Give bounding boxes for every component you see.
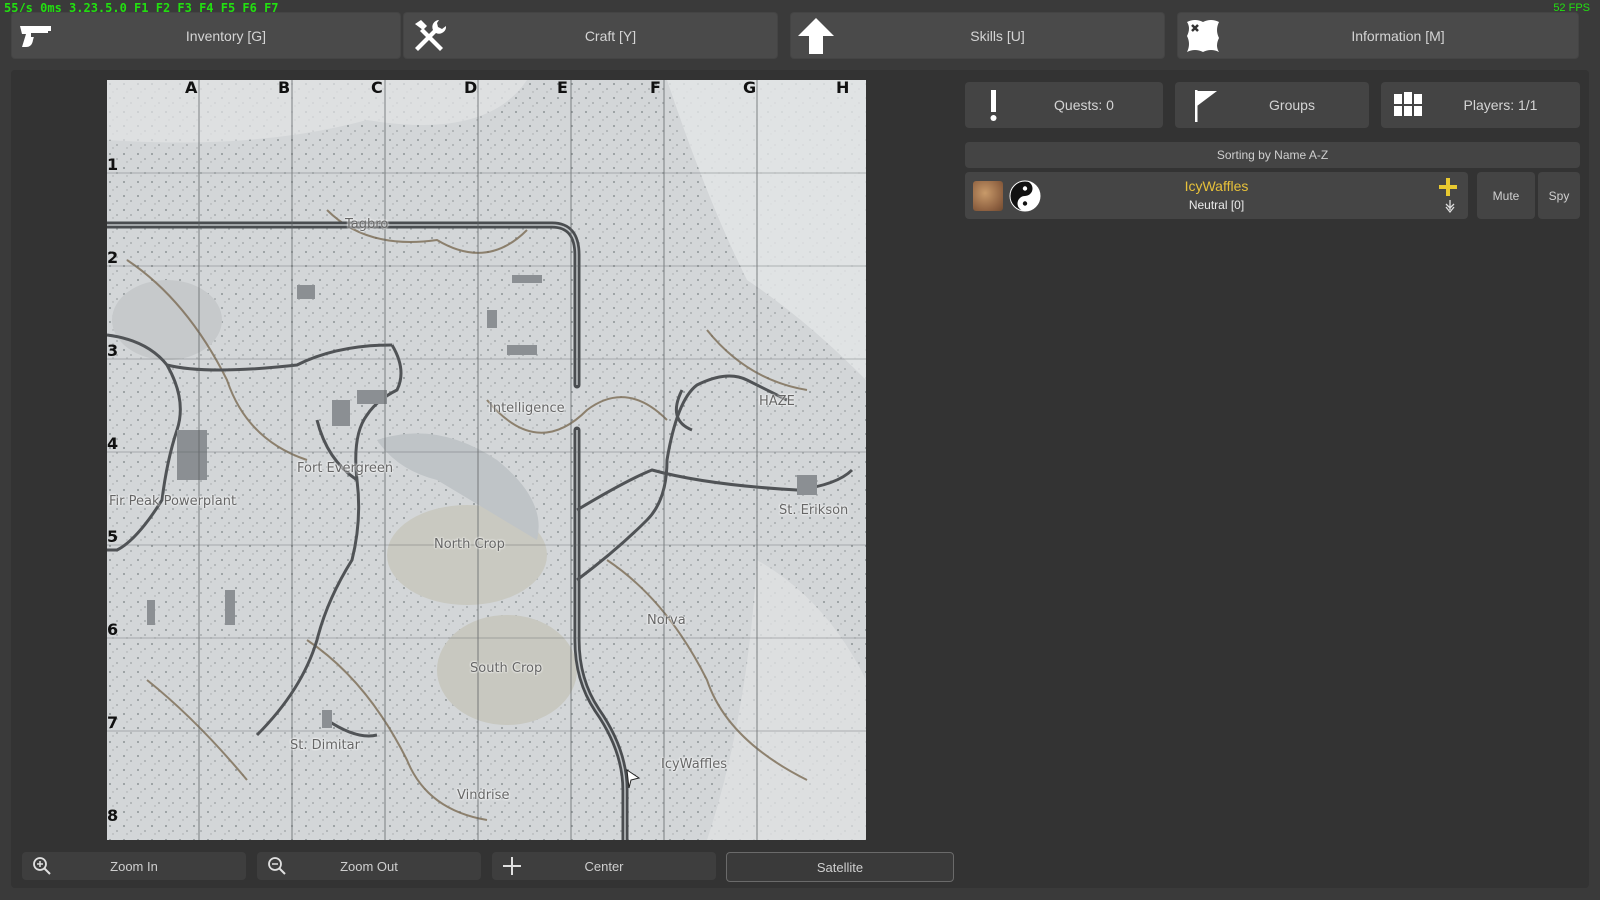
players-label: Players: 1/1 [1463,97,1538,113]
sorting-bar[interactable]: Sorting by Name A-Z [965,142,1580,168]
map-label-south-crop: South Crop [470,661,543,676]
map-row-4: 4 [107,434,119,453]
zoom-in-label: Zoom In [110,858,158,874]
map-col-f: F [650,80,661,97]
map-label-north-crop: North Crop [434,537,505,552]
map-label-player-icywaffles: IcyWaffles [661,757,728,772]
player-name: IcyWaffles [1184,178,1249,194]
map-row-1: 1 [107,155,119,174]
satellite-button[interactable]: Satellite [726,852,954,882]
map-label-haze: HAZE [759,394,795,409]
top-tab-bar: Inventory [G] Craft [Y] Skills [U] Infor… [11,12,1589,59]
zoom-out-icon [268,857,286,875]
map-label-fir-peak-powerplant: Fir Peak Powerplant [109,494,237,509]
satellite-label: Satellite [816,859,864,875]
map-col-h: H [836,80,850,97]
tab-skills-label: Skills [U] [970,27,1025,44]
map-label-norva: Norva [647,613,686,628]
map-row-3: 3 [107,341,119,360]
map-col-g: G [743,80,757,97]
map-row-5: 5 [107,527,119,546]
center-label: Center [584,858,624,874]
sorting-label: Sorting by Name A-Z [1216,148,1329,162]
tab-craft-label: Craft [Y] [584,27,637,44]
tab-skills[interactable]: Skills [U] [790,12,1165,59]
chevron-down-icon[interactable] [1444,200,1456,214]
player-faction: Neutral [0] [1188,198,1245,212]
map-row-7: 7 [107,713,119,732]
map-label-st-dimitar: St. Dimitar [290,738,360,753]
spy-button[interactable]: Spy [1538,172,1580,219]
tab-information[interactable]: Information [M] [1177,12,1579,59]
map-terrain [107,80,866,840]
map-col-a: A [185,80,198,97]
players-button[interactable]: Players: 1/1 [1381,82,1580,128]
map-label-fort-evergreen: Fort Evergreen [297,461,394,476]
map-row-8: 8 [107,806,119,825]
groups-button[interactable]: Groups [1175,82,1369,128]
map-label-tagbro: Tagbro [345,217,389,232]
map-row-2: 2 [107,248,119,267]
center-button[interactable]: Center [492,852,716,880]
map-label-vindrise: Vindrise [457,788,510,803]
world-map[interactable]: A B C D E F G H 1 2 3 4 5 6 7 8 Tagbro I… [107,80,866,840]
groups-label: Groups [1269,97,1315,113]
map-label-intelligence: Intelligence [489,401,565,416]
quests-label: Quests: 0 [1054,97,1114,113]
tab-information-label: Information [M] [1351,27,1445,44]
map-col-e: E [557,80,568,97]
tab-inventory-label: Inventory [G] [185,27,267,44]
player-list-item[interactable]: IcyWaffles Neutral [0] [965,172,1468,219]
tab-inventory[interactable]: Inventory [G] [11,12,401,59]
quests-button[interactable]: Quests: 0 [965,82,1163,128]
mute-label: Mute [1492,188,1520,203]
map-row-6: 6 [107,620,119,639]
zoom-out-label: Zoom Out [340,858,398,874]
add-friend-plus-icon[interactable] [1438,177,1458,197]
map-col-d: D [464,80,478,97]
spy-label: Spy [1548,188,1570,203]
map-label-st-erikson: St. Erikson [779,503,849,518]
mute-button[interactable]: Mute [1477,172,1535,219]
zoom-in-button[interactable]: Zoom In [22,852,246,880]
zoom-in-icon [33,857,51,875]
zoom-out-button[interactable]: Zoom Out [257,852,481,880]
crosshair-plus-icon [503,857,521,875]
map-col-b: B [278,80,291,97]
tab-craft[interactable]: Craft [Y] [403,12,778,59]
map-col-c: C [371,80,383,97]
